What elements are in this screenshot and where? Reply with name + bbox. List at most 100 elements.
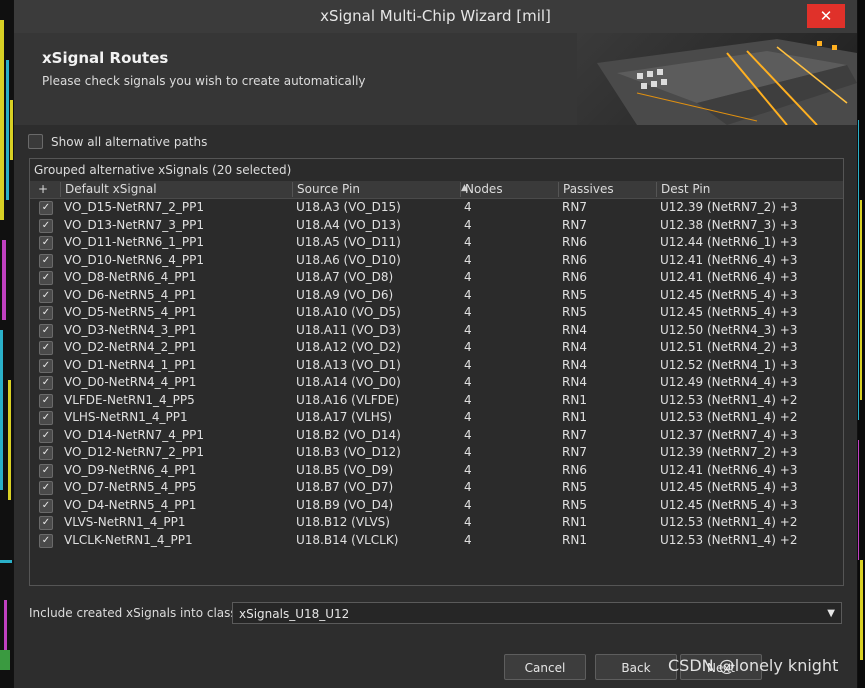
- row-checkbox[interactable]: ✓: [39, 428, 53, 443]
- row-checkbox[interactable]: ✓: [39, 271, 53, 285]
- table-row[interactable]: ✓ VO_D10-NetRN6_4_PP1 U18.A6 (VO_D10) 4 RN6 U…: [30, 252, 843, 270]
- row-source-pin: U18.B7 (VO_D7): [296, 480, 394, 494]
- row-xsignal: VO_D0-NetRN4_4_PP1: [64, 375, 197, 389]
- column-header-source-pin[interactable]: Source Pin: [292, 182, 457, 197]
- row-xsignal: VO_D1-NetRN4_1_PP1: [64, 357, 197, 372]
- table-row[interactable]: ✓ VO_D5-NetRN5_4_PP1 U18.A10 (VO_D5) 4 RN5 U1…: [30, 304, 843, 322]
- row-source-pin: U18.B3 (VO_D12): [296, 445, 401, 459]
- row-xsignal: VO_D6-NetRN5_4_PP1: [64, 287, 197, 302]
- close-icon: ✕: [819, 7, 833, 25]
- row-dest-pin: U12.52 (NetRN4_1) +3: [660, 357, 798, 372]
- table-row[interactable]: ✓ VO_D12-NetRN7_2_PP1 U18.B3 (VO_D12) 4 RN7 U…: [30, 444, 843, 462]
- row-checkbox[interactable]: ✓: [39, 323, 53, 338]
- row-dest-pin: U12.41 (NetRN6_4) +3: [660, 270, 798, 284]
- row-checkbox[interactable]: ✓: [39, 463, 53, 478]
- row-passives: RN7: [562, 217, 587, 232]
- row-checkbox[interactable]: ✓: [39, 236, 53, 250]
- row-passives: RN7: [562, 445, 587, 459]
- row-nodes: 4: [464, 392, 472, 407]
- row-dest-pin: U12.49 (NetRN4_4) +3: [660, 375, 798, 389]
- xsignal-group-panel: Grouped alternative xSignals (20 selecte…: [29, 158, 844, 586]
- row-passives: RN4: [562, 340, 587, 354]
- table-row[interactable]: ✓ VLVS-NetRN1_4_PP1 U18.B12 (VLVS) 4 RN1 U12.…: [30, 514, 843, 532]
- row-dest-pin: U12.39 (NetRN7_2) +3: [660, 200, 798, 214]
- row-xsignal: VO_D15-NetRN7_2_PP1: [64, 200, 205, 214]
- row-passives: RN5: [562, 287, 587, 302]
- table-row[interactable]: ✓ VO_D6-NetRN5_4_PP1 U18.A9 (VO_D6) 4 RN5 U12…: [30, 287, 843, 305]
- show-all-paths-checkbox[interactable]: Show all alternative paths: [28, 134, 207, 149]
- table-row[interactable]: ✓ VO_D9-NetRN6_4_PP1 U18.B5 (VO_D9) 4 RN6 U12…: [30, 462, 843, 480]
- row-checkbox[interactable]: ✓: [39, 376, 53, 390]
- row-passives: RN1: [562, 392, 587, 407]
- row-passives: RN6: [562, 235, 587, 249]
- back-button[interactable]: Back: [595, 654, 677, 680]
- table-row[interactable]: ✓ VO_D13-NetRN7_3_PP1 U18.A4 (VO_D13) 4 RN7 U…: [30, 217, 843, 235]
- row-dest-pin: U12.45 (NetRN5_4) +3: [660, 480, 798, 494]
- row-source-pin: U18.B2 (VO_D14): [296, 427, 401, 442]
- row-checkbox[interactable]: ✓: [39, 481, 53, 495]
- column-header-dest-pin[interactable]: Dest Pin: [656, 182, 841, 197]
- table-row[interactable]: ✓ VO_D2-NetRN4_2_PP1 U18.A12 (VO_D2) 4 RN4 U1…: [30, 339, 843, 357]
- row-xsignal: VLHS-NetRN1_4_PP1: [64, 410, 188, 424]
- row-checkbox[interactable]: ✓: [39, 288, 53, 303]
- row-checkbox[interactable]: ✓: [39, 498, 53, 513]
- row-checkbox[interactable]: ✓: [39, 201, 53, 215]
- table-row[interactable]: ✓ VO_D1-NetRN4_1_PP1 U18.A13 (VO_D1) 4 RN4 U1…: [30, 357, 843, 375]
- row-nodes: 4: [464, 305, 472, 319]
- row-xsignal: VO_D3-NetRN4_3_PP1: [64, 322, 197, 337]
- table-row[interactable]: ✓ VO_D8-NetRN6_4_PP1 U18.A7 (VO_D8) 4 RN6 U12…: [30, 269, 843, 287]
- row-dest-pin: U12.53 (NetRN1_4) +2: [660, 410, 798, 424]
- table-row[interactable]: ✓ VLFDE-NetRN1_4_PP5 U18.A16 (VLFDE) 4 RN1 U1…: [30, 392, 843, 410]
- table-row[interactable]: ✓ VO_D7-NetRN5_4_PP5 U18.B7 (VO_D7) 4 RN5 U12…: [30, 479, 843, 497]
- table-row[interactable]: ✓ VO_D0-NetRN4_4_PP1 U18.A14 (VO_D0) 4 RN4 U1…: [30, 374, 843, 392]
- row-source-pin: U18.A12 (VO_D2): [296, 340, 401, 354]
- row-source-pin: U18.A11 (VO_D3): [296, 322, 401, 337]
- row-checkbox[interactable]: ✓: [39, 516, 53, 530]
- column-header-passives[interactable]: Passives: [558, 182, 655, 197]
- title-bar[interactable]: xSignal Multi-Chip Wizard [mil] ✕: [14, 0, 857, 33]
- row-xsignal: VO_D8-NetRN6_4_PP1: [64, 270, 197, 284]
- row-checkbox[interactable]: ✓: [39, 341, 53, 355]
- row-source-pin: U18.A17 (VLHS): [296, 410, 393, 424]
- row-source-pin: U18.A6 (VO_D10): [296, 252, 401, 267]
- row-nodes: 4: [464, 497, 472, 512]
- row-source-pin: U18.A10 (VO_D5): [296, 305, 401, 319]
- row-passives: RN1: [562, 410, 587, 424]
- row-checkbox[interactable]: ✓: [39, 253, 53, 268]
- table-row[interactable]: ✓ VLHS-NetRN1_4_PP1 U18.A17 (VLHS) 4 RN1 U12.…: [30, 409, 843, 427]
- row-source-pin: U18.A14 (VO_D0): [296, 375, 401, 389]
- row-checkbox[interactable]: ✓: [39, 306, 53, 320]
- row-checkbox[interactable]: ✓: [39, 446, 53, 460]
- table-row[interactable]: ✓ VO_D15-NetRN7_2_PP1 U18.A3 (VO_D15) 4 RN7 U…: [30, 199, 843, 217]
- row-dest-pin: U12.53 (NetRN1_4) +2: [660, 392, 798, 407]
- column-header-nodes[interactable]: Nodes: [460, 182, 557, 197]
- class-dropdown[interactable]: xSignals_U18_U12 ▼: [232, 602, 842, 624]
- row-checkbox[interactable]: ✓: [39, 411, 53, 425]
- row-dest-pin: U12.41 (NetRN6_4) +3: [660, 252, 798, 267]
- table-row[interactable]: ✓ VLCLK-NetRN1_4_PP1 U18.B14 (VLCLK) 4 RN1 U1…: [30, 532, 843, 550]
- close-button[interactable]: ✕: [807, 4, 845, 28]
- row-source-pin: U18.A16 (VLFDE): [296, 392, 400, 407]
- row-nodes: 4: [464, 410, 472, 424]
- row-nodes: 4: [464, 235, 472, 249]
- row-nodes: 4: [464, 200, 472, 214]
- checkbox-box[interactable]: [28, 134, 43, 149]
- row-checkbox[interactable]: ✓: [39, 358, 53, 373]
- row-dest-pin: U12.41 (NetRN6_4) +3: [660, 462, 798, 477]
- table-row[interactable]: ✓ VO_D4-NetRN5_4_PP1 U18.B9 (VO_D4) 4 RN5 U12…: [30, 497, 843, 515]
- group-label: Grouped alternative xSignals (20 selecte…: [34, 163, 292, 177]
- row-dest-pin: U12.37 (NetRN7_4) +3: [660, 427, 798, 442]
- column-header-expand[interactable]: +: [30, 182, 56, 197]
- column-header-default-xsignal[interactable]: Default xSignal: [60, 182, 291, 197]
- chevron-down-icon[interactable]: ▼: [827, 603, 835, 625]
- row-checkbox[interactable]: ✓: [39, 393, 53, 408]
- table-row[interactable]: ✓ VO_D3-NetRN4_3_PP1 U18.A11 (VO_D3) 4 RN4 U1…: [30, 322, 843, 340]
- table-row[interactable]: ✓ VO_D11-NetRN6_1_PP1 U18.A5 (VO_D11) 4 RN6 U…: [30, 234, 843, 252]
- row-checkbox[interactable]: ✓: [39, 533, 53, 548]
- row-passives: RN4: [562, 357, 587, 372]
- table-row[interactable]: ✓ VO_D14-NetRN7_4_PP1 U18.B2 (VO_D14) 4 RN7 U…: [30, 427, 843, 445]
- row-checkbox[interactable]: ✓: [39, 218, 53, 233]
- row-source-pin: U18.A3 (VO_D15): [296, 200, 401, 214]
- cancel-button[interactable]: Cancel: [504, 654, 586, 680]
- row-source-pin: U18.A7 (VO_D8): [296, 270, 394, 284]
